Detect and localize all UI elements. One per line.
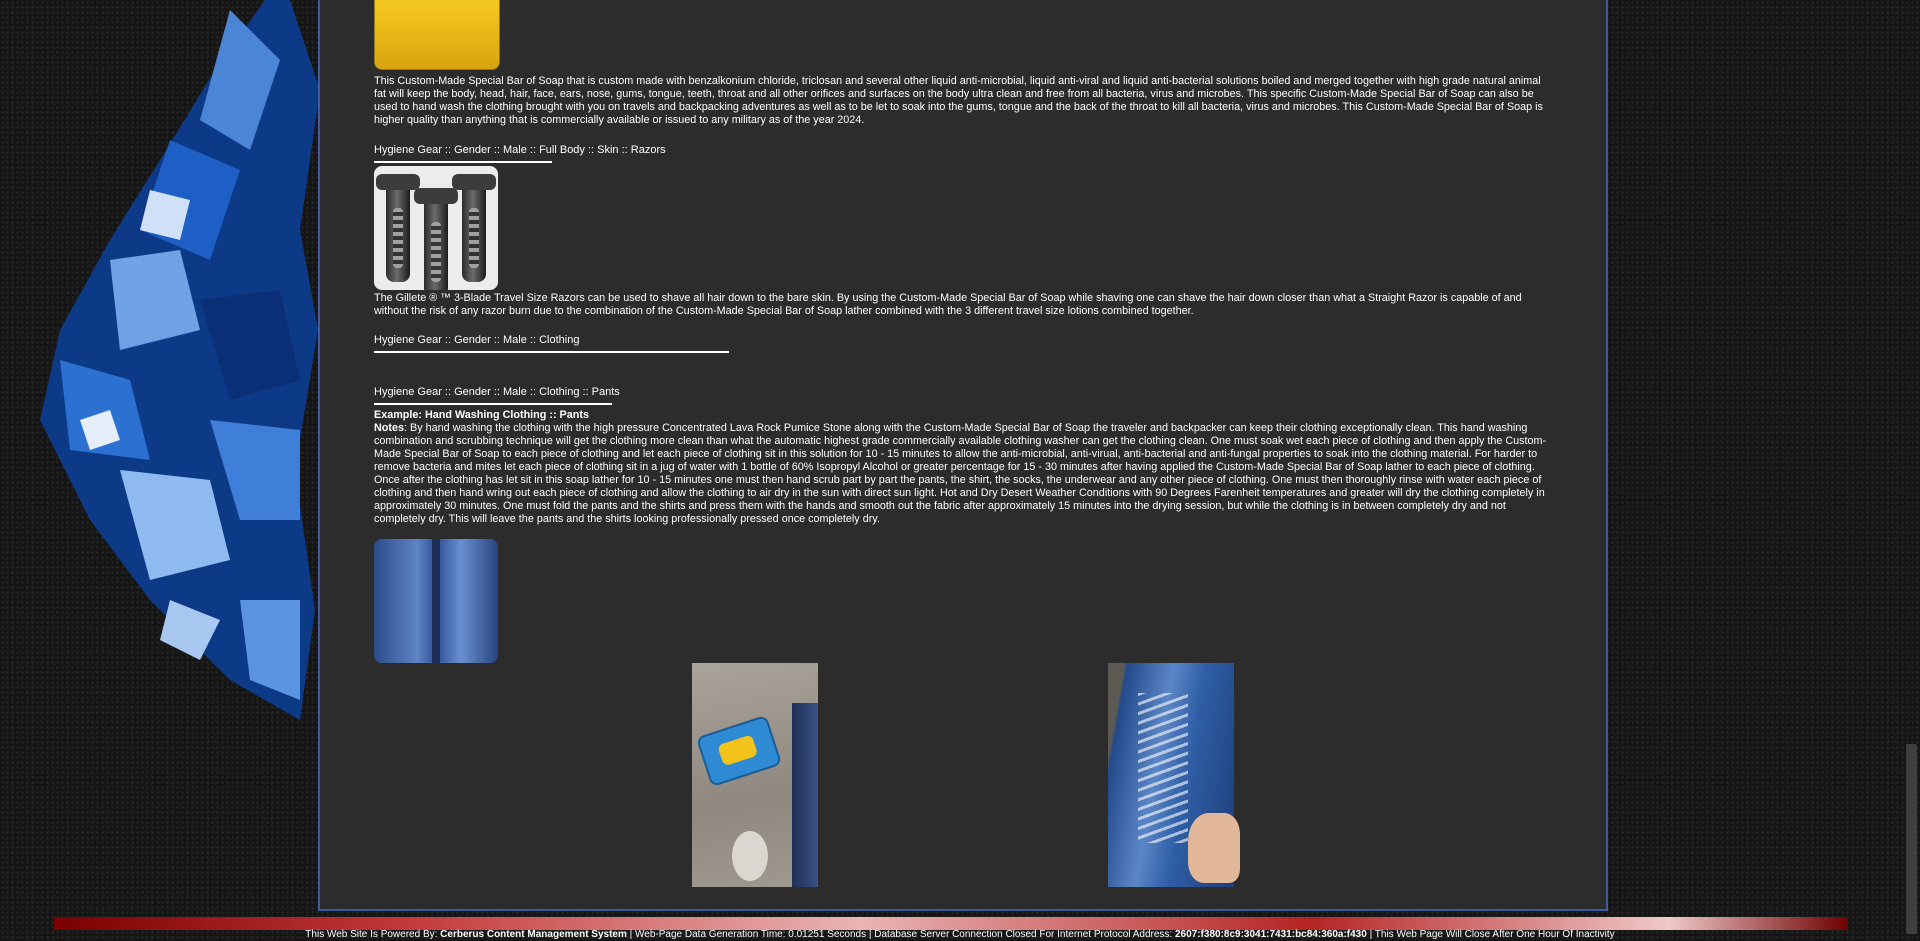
jeans-edge	[792, 703, 818, 887]
notes-text: : By hand washing the clothing with the …	[374, 422, 1547, 525]
razors-heading-underline	[374, 161, 552, 163]
example-label: Example: Hand Washing Clothing :: Pants	[374, 409, 589, 421]
clothing-heading-underline	[374, 351, 729, 353]
razors-image[interactable]	[374, 166, 498, 290]
soap-bar-image[interactable]	[374, 0, 500, 70]
razor-icon	[452, 174, 496, 282]
razors-heading: Hygiene Gear :: Gender :: Male :: Full B…	[374, 144, 666, 156]
pants-heading-underline	[374, 403, 612, 405]
decorative-shard-artwork	[40, 0, 320, 720]
scrollbar-thumb[interactable]	[1906, 744, 1917, 934]
soap-lather	[1138, 693, 1188, 843]
soap-and-pumice-photo[interactable]	[692, 663, 818, 887]
scrubbing-jeans-photo[interactable]	[1108, 663, 1240, 887]
footer-inactivity-notice: | This Web Page Will Close After One Hou…	[1366, 929, 1615, 940]
pumice-stone-icon	[732, 831, 768, 881]
razors-description: The Gillete ® ™ 3-Blade Travel Size Razo…	[374, 292, 1522, 317]
content-panel: This Custom-Made Special Bar of Soap tha…	[318, 0, 1608, 911]
footer-powered-prefix: This Web Site Is Powered By:	[305, 929, 441, 940]
clothing-heading: Hygiene Gear :: Gender :: Male :: Clothi…	[374, 334, 580, 346]
footer-ip-address: 2607:f380:8c9:3041:7431:bc84:360a:f430	[1174, 929, 1367, 940]
pants-heading: Hygiene Gear :: Gender :: Male :: Clothi…	[374, 386, 620, 398]
razor-icon	[376, 174, 420, 282]
soap-case-icon	[695, 714, 783, 788]
notes-paragraph: Notes: By hand washing the clothing with…	[374, 422, 1554, 526]
soap-description: This Custom-Made Special Bar of Soap tha…	[374, 75, 1543, 126]
vertical-scrollbar[interactable]	[1903, 0, 1920, 941]
pants-image[interactable]	[374, 539, 498, 663]
razor-icon	[414, 188, 458, 290]
notes-label: Notes	[374, 422, 404, 434]
footer-generation-time: | Web-Page Data Generation Time: 0.01251…	[626, 929, 1175, 940]
footer-cms-link[interactable]: Cerberus Content Management System	[440, 929, 627, 940]
hand-icon	[1188, 813, 1240, 883]
footer-status-text: This Web Site Is Powered By: Cerberus Co…	[0, 929, 1920, 941]
